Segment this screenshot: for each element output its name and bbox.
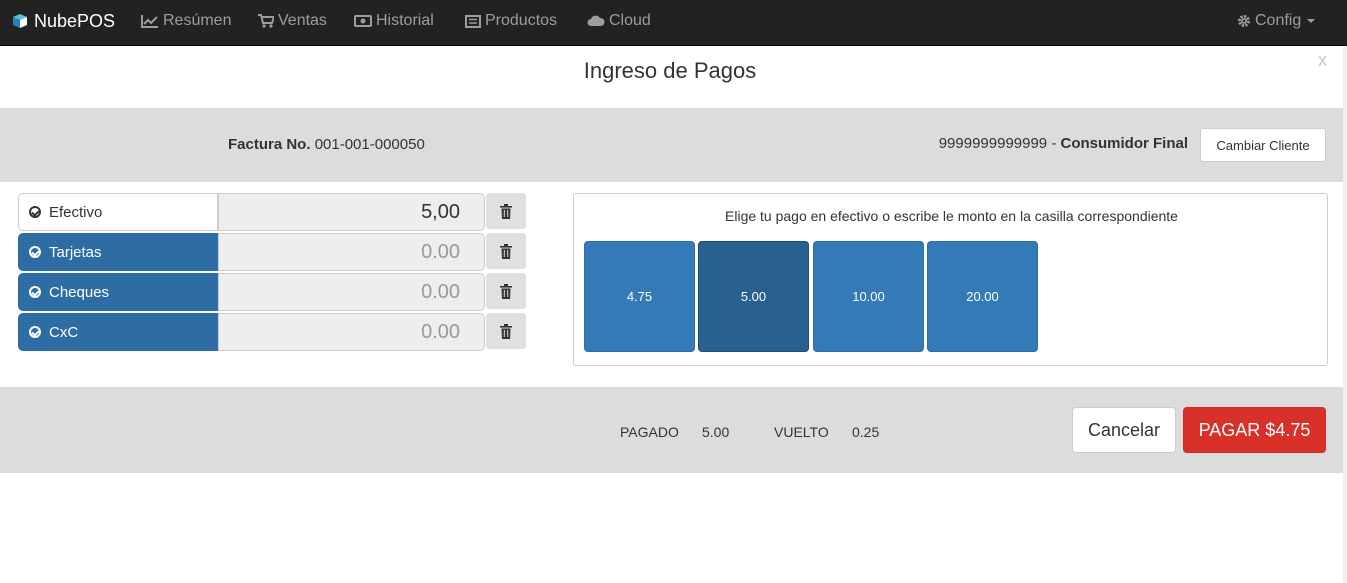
payment-summary-bar: PAGADO 5.00 VUELTO 0.25 Cancelar PAGAR $…: [0, 387, 1343, 473]
invoice-value: 001-001-000050: [314, 136, 425, 153]
config-dropdown[interactable]: Config: [1237, 0, 1320, 42]
nav-label: Ventas: [278, 12, 327, 29]
nav-item-resumen[interactable]: Resúmen: [141, 0, 231, 42]
payment-amount-input[interactable]: 5,00: [218, 193, 485, 231]
money-icon: [354, 15, 372, 27]
cancel-button[interactable]: Cancelar: [1072, 407, 1176, 453]
nav-label: Cloud: [609, 12, 651, 29]
invoice-info-bar: Factura No. 001-001-000050 9999999999999…: [0, 108, 1343, 182]
payment-amount-input[interactable]: 0.00: [218, 313, 485, 351]
change-value: 0.25: [852, 424, 880, 440]
payment-method-tarjetas[interactable]: Tarjetas: [18, 233, 218, 271]
check-circle-icon: [29, 246, 41, 258]
trash-icon: [500, 323, 512, 339]
delete-payment-button[interactable]: [486, 233, 526, 269]
cash-option-button[interactable]: 4.75: [584, 241, 695, 352]
paid-label: PAGADO: [620, 424, 679, 440]
payment-amount-input[interactable]: 0.00: [218, 233, 485, 271]
nav-item-productos[interactable]: Productos: [465, 0, 557, 42]
check-circle-icon: [29, 326, 41, 338]
payment-label: Tarjetas: [49, 243, 102, 261]
payment-label: Cheques: [49, 283, 110, 301]
invoice-number: Factura No. 001-001-000050: [228, 136, 425, 153]
payment-row-efectivo: Efectivo 5,00: [18, 193, 526, 231]
cloud-icon: [587, 15, 605, 26]
payment-label: CxC: [49, 323, 79, 341]
trash-icon: [500, 243, 512, 259]
check-circle-icon: [29, 286, 41, 298]
cash-hint-text: Elige tu pago en efectivo o escribe le m…: [725, 208, 1178, 224]
nav-label: Historial: [376, 12, 434, 29]
client-name: Consumidor Final: [1060, 135, 1189, 152]
payment-amount-input[interactable]: 0.00: [218, 273, 485, 311]
change-client-button[interactable]: Cambiar Cliente: [1200, 128, 1326, 162]
cube-icon: [13, 14, 27, 28]
payment-row-cxc: CxC 0.00: [18, 313, 526, 351]
delete-payment-button[interactable]: [486, 313, 526, 349]
gear-icon: [1238, 15, 1250, 27]
check-circle-icon: [29, 206, 41, 218]
modal-title: Ingreso de Pagos: [583, 58, 757, 83]
cash-options-panel: Elige tu pago en efectivo o escribe le m…: [573, 193, 1328, 366]
payment-row-cheques: Cheques 0.00: [18, 273, 526, 311]
nav-label: Resúmen: [163, 12, 232, 29]
cash-option-button-selected[interactable]: 5.00: [698, 241, 809, 352]
invoice-label: Factura No.: [228, 136, 311, 153]
payment-method-cxc[interactable]: CxC: [18, 313, 218, 351]
caret-down-icon: [1307, 19, 1316, 23]
paid-value: 5.00: [702, 424, 730, 440]
payment-method-cheques[interactable]: Cheques: [18, 273, 218, 311]
scrollbar-track[interactable]: [1343, 46, 1347, 583]
close-button[interactable]: x: [1318, 50, 1327, 71]
nav-label: Productos: [485, 12, 558, 29]
client-separator: -: [1047, 135, 1061, 152]
line-chart-icon: [141, 15, 158, 28]
client-id: 9999999999999: [938, 135, 1048, 152]
trash-icon: [500, 283, 512, 299]
payment-label: Efectivo: [49, 203, 103, 221]
cash-option-button[interactable]: 10.00: [813, 241, 924, 352]
payment-method-efectivo[interactable]: Efectivo: [18, 193, 218, 231]
trash-icon: [500, 203, 512, 219]
delete-payment-button[interactable]: [486, 273, 526, 309]
delete-payment-button[interactable]: [486, 193, 526, 229]
pay-button[interactable]: PAGAR $4.75: [1183, 407, 1326, 453]
nav-item-historial[interactable]: Historial: [354, 0, 434, 42]
brand-logo[interactable]: NubePOS: [12, 0, 115, 42]
top-navbar: NubePOS Resúmen Ventas Historial Product…: [0, 0, 1347, 46]
payment-row-tarjetas: Tarjetas 0.00: [18, 233, 526, 271]
nav-item-ventas[interactable]: Ventas: [258, 0, 327, 42]
brand-name: NubePOS: [34, 10, 116, 31]
list-icon: [465, 14, 481, 28]
shopping-cart-icon: [258, 14, 274, 28]
nav-item-cloud[interactable]: Cloud: [587, 0, 651, 42]
config-label: Config: [1255, 12, 1302, 29]
cash-option-button[interactable]: 20.00: [927, 241, 1038, 352]
change-label: VUELTO: [774, 424, 829, 440]
client-info: 9999999999999 - Consumidor Final: [939, 135, 1188, 152]
